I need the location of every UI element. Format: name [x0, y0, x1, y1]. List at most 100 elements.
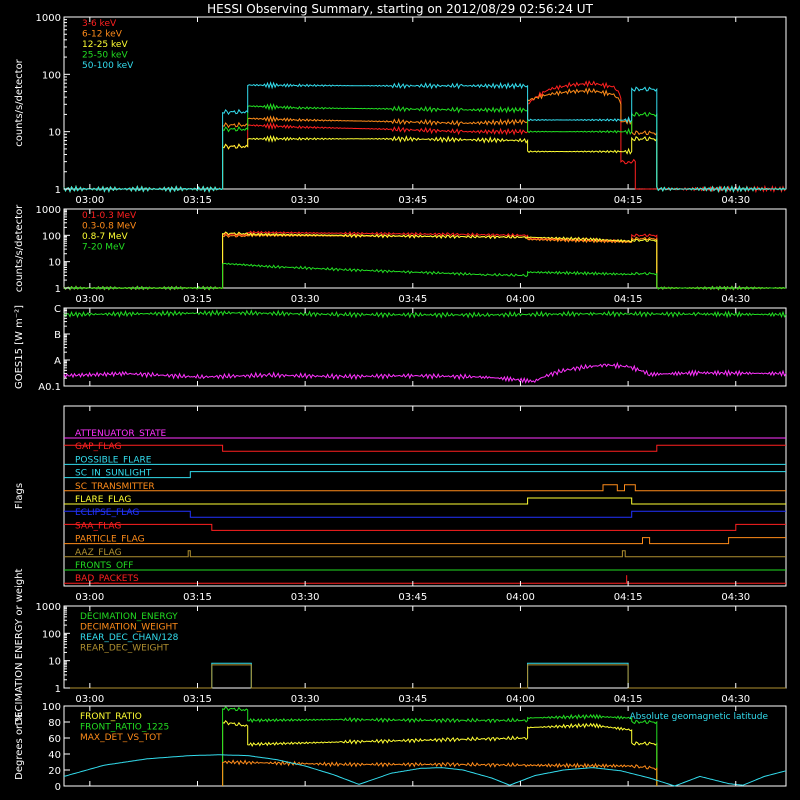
y-tick-label: A0.1 [38, 382, 61, 393]
time-tick-label: 04:00 [506, 294, 535, 305]
legend-entry: DECIMATION_ENERGY [80, 612, 178, 622]
y-tick-label: 100 [42, 70, 61, 81]
time-tick-label: 03:30 [291, 694, 320, 705]
y-tick-label: 1 [55, 284, 61, 295]
y-axis-label: counts/s/detector [14, 204, 25, 292]
legend-entry: DECIMATION_WEIGHT [80, 623, 178, 633]
y-tick-label: C [54, 304, 61, 315]
y-tick-label: 10 [48, 258, 61, 269]
flag-line [64, 471, 786, 479]
flag-line [64, 523, 786, 531]
time-tick-label: 04:15 [614, 694, 643, 705]
flag-label: SAA_FLAG [75, 521, 121, 531]
flag-line [64, 537, 786, 545]
time-tick-label: 04:30 [721, 195, 750, 206]
y-tick-label: 10 [48, 657, 61, 668]
y-tick-label: 10 [48, 128, 61, 139]
y-tick-label: A [54, 356, 61, 367]
series-line [63, 87, 787, 194]
time-tick-label: 04:00 [506, 195, 535, 206]
series-line [63, 231, 787, 291]
series-line [63, 80, 787, 194]
series-line [222, 720, 658, 786]
series-line [63, 102, 787, 194]
flag-line [64, 444, 786, 452]
series-line [63, 230, 787, 291]
y-axis-label: DECIMATION ENERGY or weight [14, 568, 25, 725]
legend-entry: MAX_DET_VS_TOT [80, 733, 162, 743]
y-tick-label: 0 [55, 782, 61, 793]
y-tick-label: 20 [48, 766, 61, 777]
y-tick-label: 100 [42, 231, 61, 242]
y-axis-label: counts/s/detector [14, 58, 25, 146]
y-axis-label: Degrees or % [14, 712, 25, 780]
panel-2: 0.1-0.3 MeV0.3-0.8 MeV0.8-7 MeV7-20 MeV [63, 208, 787, 291]
time-tick-label: 04:30 [721, 294, 750, 305]
time-tick-label: 03:00 [75, 592, 104, 603]
panel-frame [63, 405, 787, 587]
y-tick-label: 1 [55, 684, 61, 695]
series-line [63, 81, 787, 194]
flag-line [64, 550, 786, 558]
legend-entry: FRONT_RATIO_1225 [80, 723, 169, 733]
series-line [63, 134, 787, 194]
series-line [64, 662, 786, 689]
time-tick-label: 04:30 [721, 592, 750, 603]
series-line [222, 706, 658, 786]
time-tick-label: 03:30 [291, 592, 320, 603]
panel-4: ATTENUATOR_STATEGAP_FLAGPOSSIBLE_FLARESC… [63, 405, 787, 587]
panel-5: DECIMATION_ENERGYDECIMATION_WEIGHTREAR_D… [63, 605, 787, 689]
legend-entry: REAR_DEC_WEIGHT [80, 644, 169, 654]
time-tick-label: 03:15 [183, 694, 212, 705]
time-tick-label: 03:00 [75, 694, 104, 705]
legend-entry: 25-50 keV [82, 51, 128, 61]
time-tick-label: 03:45 [398, 592, 427, 603]
flag-label: ECLIPSE_FLAG [75, 508, 139, 518]
flag-label: GAP_FLAG [75, 442, 121, 452]
flag-line [64, 484, 786, 492]
annotation: Absolute geomagnetic latitude [629, 712, 768, 722]
time-tick-label: 03:00 [75, 195, 104, 206]
time-tick-label: 04:30 [721, 694, 750, 705]
legend-entry: REAR_DEC_CHAN/128 [80, 633, 179, 643]
panel-3 [63, 307, 787, 387]
time-tick-label: 03:45 [398, 195, 427, 206]
legend-entry: 3-6 keV [82, 19, 117, 29]
time-tick-label: 03:15 [183, 294, 212, 305]
time-tick-label: 04:00 [506, 592, 535, 603]
y-tick-label: 1 [55, 185, 61, 196]
time-tick-label: 03:45 [398, 294, 427, 305]
observing-summary-figure: HESSI Observing Summary, starting on 201… [14, 2, 787, 793]
legend-entry: 50-100 keV [82, 61, 134, 71]
panel-frame [63, 16, 787, 190]
panel-1: 3-6 keV6-12 keV12-25 keV25-50 keV50-100 … [63, 16, 787, 194]
series-line [63, 233, 787, 291]
flag-line [64, 510, 786, 518]
y-tick-label: 100 [42, 702, 61, 713]
series-line [63, 361, 787, 384]
time-tick-label: 03:45 [398, 694, 427, 705]
legend-entry: 0.8-7 MeV [82, 232, 128, 242]
time-tick-label: 04:00 [506, 694, 535, 705]
series-line [63, 754, 787, 787]
time-tick-label: 03:30 [291, 195, 320, 206]
legend-entry: 7-20 MeV [82, 243, 126, 253]
legend-entry: 0.3-0.8 MeV [82, 222, 137, 232]
time-tick-label: 03:15 [183, 195, 212, 206]
y-tick-label: 40 [48, 750, 61, 761]
y-axis-label: Flags [14, 483, 25, 509]
time-tick-label: 04:15 [614, 195, 643, 206]
series-line [64, 664, 786, 689]
plot-layer: 3-6 keV6-12 keV12-25 keV25-50 keV50-100 … [14, 13, 787, 793]
y-tick-label: 100 [42, 629, 61, 640]
time-tick-label: 03:00 [75, 294, 104, 305]
y-tick-label: 1000 [36, 13, 61, 24]
figure-title: HESSI Observing Summary, starting on 201… [207, 2, 593, 16]
y-axis-label: GOES15 [W m⁻²] [14, 305, 25, 389]
legend-entry: 6-12 keV [82, 30, 123, 40]
legend-entry: 12-25 keV [82, 40, 128, 50]
y-tick-label: 1000 [36, 602, 61, 613]
time-tick-label: 04:15 [614, 592, 643, 603]
y-tick-label: 80 [48, 718, 61, 729]
legend-entry: FRONT_RATIO [80, 712, 142, 722]
